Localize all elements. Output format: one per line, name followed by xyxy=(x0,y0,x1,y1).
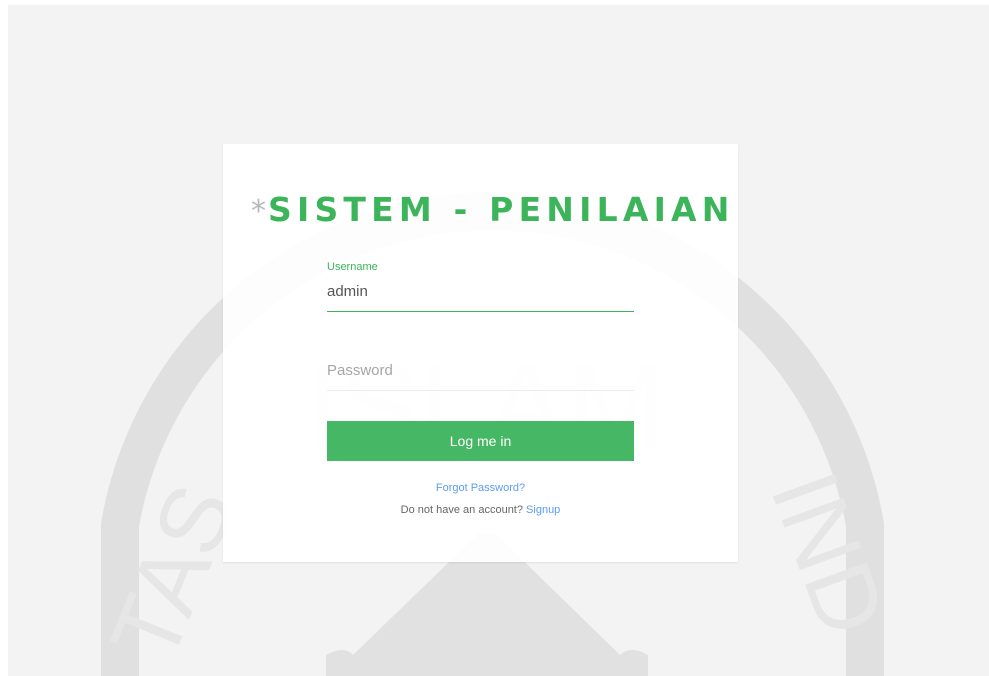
signup-prompt: Do not have an account? Signup xyxy=(223,504,738,516)
username-field: Username xyxy=(327,259,634,315)
username-input[interactable] xyxy=(327,280,634,312)
title-text: SISTEM - PENILAIAN xyxy=(268,190,735,229)
watermark-text-right: IND xyxy=(750,459,906,649)
password-field xyxy=(327,359,634,393)
password-input[interactable] xyxy=(327,359,634,391)
app-title: *SISTEM - PENILAIAN xyxy=(251,190,735,232)
signup-link[interactable]: Signup xyxy=(526,504,560,516)
forgot-password-link[interactable]: Forgot Password? xyxy=(223,482,738,494)
title-asterisk: * xyxy=(251,194,268,229)
login-page: ISLAM TAS IND *SISTEM - PENILAIAN Userna… xyxy=(8,5,989,676)
login-card: *SISTEM - PENILAIAN Username Log me in F… xyxy=(223,144,738,562)
username-label: Username xyxy=(327,261,378,273)
signup-prompt-text: Do not have an account? xyxy=(400,504,523,516)
login-button[interactable]: Log me in xyxy=(327,421,634,461)
